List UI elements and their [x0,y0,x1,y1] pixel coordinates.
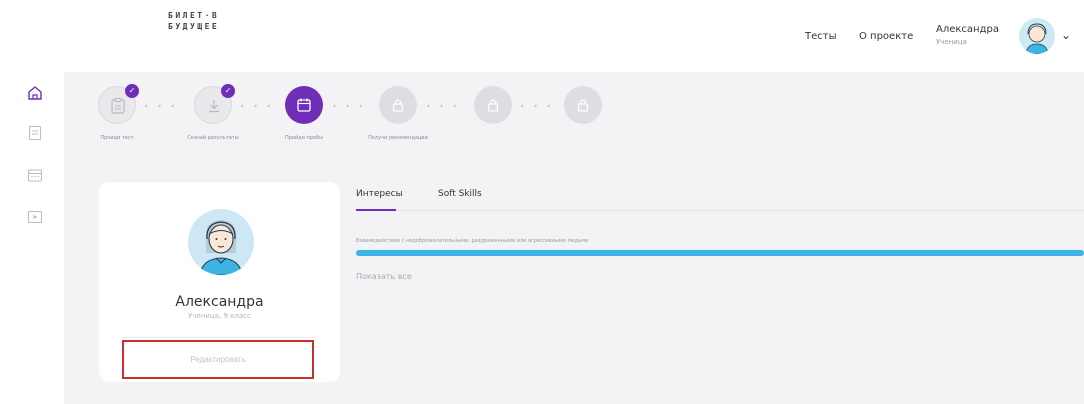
step-locked-6[interactable] [564,86,602,124]
download-icon [209,100,219,113]
step-connector: • • • [520,102,555,111]
lock-icon [487,99,499,112]
header-user-name[interactable]: Александра [936,24,999,35]
clipboard-icon [111,98,125,114]
chevron-down-icon[interactable]: ⌄ [1061,28,1071,42]
show-all-link[interactable]: Показать все [356,272,412,281]
logo-line-1: БИЛЕТ·В [168,11,220,20]
avatar[interactable] [1019,18,1055,54]
avatar [188,209,254,275]
profile-name: Александра [175,294,264,310]
interest-label: Взаимодействие с недоброжелательными, ра… [356,238,589,244]
step-label: Пройди тест [100,135,134,141]
header-user-role: Ученица [936,38,967,46]
profile-card: Александра Ученица, 9 класс Редактироват… [99,182,340,382]
tab-interests[interactable]: Интересы [356,189,403,199]
logo-line-2: БУДУЩЕЕ [168,22,220,31]
step-connector: • • • [240,102,275,111]
check-icon: ✓ [221,84,235,98]
edit-profile-button[interactable]: Редактировать [122,340,314,379]
home-icon[interactable] [26,84,44,102]
nav-link-tests[interactable]: Тесты [805,31,836,42]
active-tab-indicator [356,209,396,211]
step-download-results[interactable]: ✓ [194,84,235,124]
step-label: Скачай результаты [187,135,239,141]
logo[interactable]: БИЛЕТ·В БУДУЩЕЕ [168,10,219,32]
header: БИЛЕТ·В БУДУЩЕЕ Тесты О проекте Александ… [0,0,1084,72]
step-label: Получи рекомендации [368,135,428,141]
step-take-trials[interactable] [285,86,323,124]
profile-role: Ученица, 9 класс [188,312,251,320]
lock-icon [392,99,404,112]
step-connector: • • • [332,102,367,111]
step-connector: • • • [426,102,461,111]
interest-progress-fill [356,250,1084,256]
interest-progress-bar [356,250,1084,256]
nav-link-about[interactable]: О проекте [859,31,913,42]
calendar-icon [297,98,311,112]
step-connector: • • • [144,102,179,111]
sidebar [18,74,52,404]
check-icon: ✓ [125,84,139,98]
step-get-recommendations[interactable] [379,86,417,124]
lock-icon [577,99,589,112]
user-avatar-icon [1025,23,1049,54]
divider [121,337,317,338]
calendar-icon[interactable] [26,166,44,184]
main-panel: ✓ • • • ✓ • • • • • • • • • • • • Пройди… [64,72,1084,404]
step-locked-5[interactable] [474,86,512,124]
step-take-test[interactable]: ✓ [98,84,139,124]
tabs-divider [356,210,1084,211]
user-avatar-icon [199,220,243,275]
tab-soft-skills[interactable]: Soft Skills [438,189,482,199]
step-label: Пройди пробы [284,135,324,141]
video-icon[interactable] [26,208,44,226]
document-icon[interactable] [26,124,44,142]
